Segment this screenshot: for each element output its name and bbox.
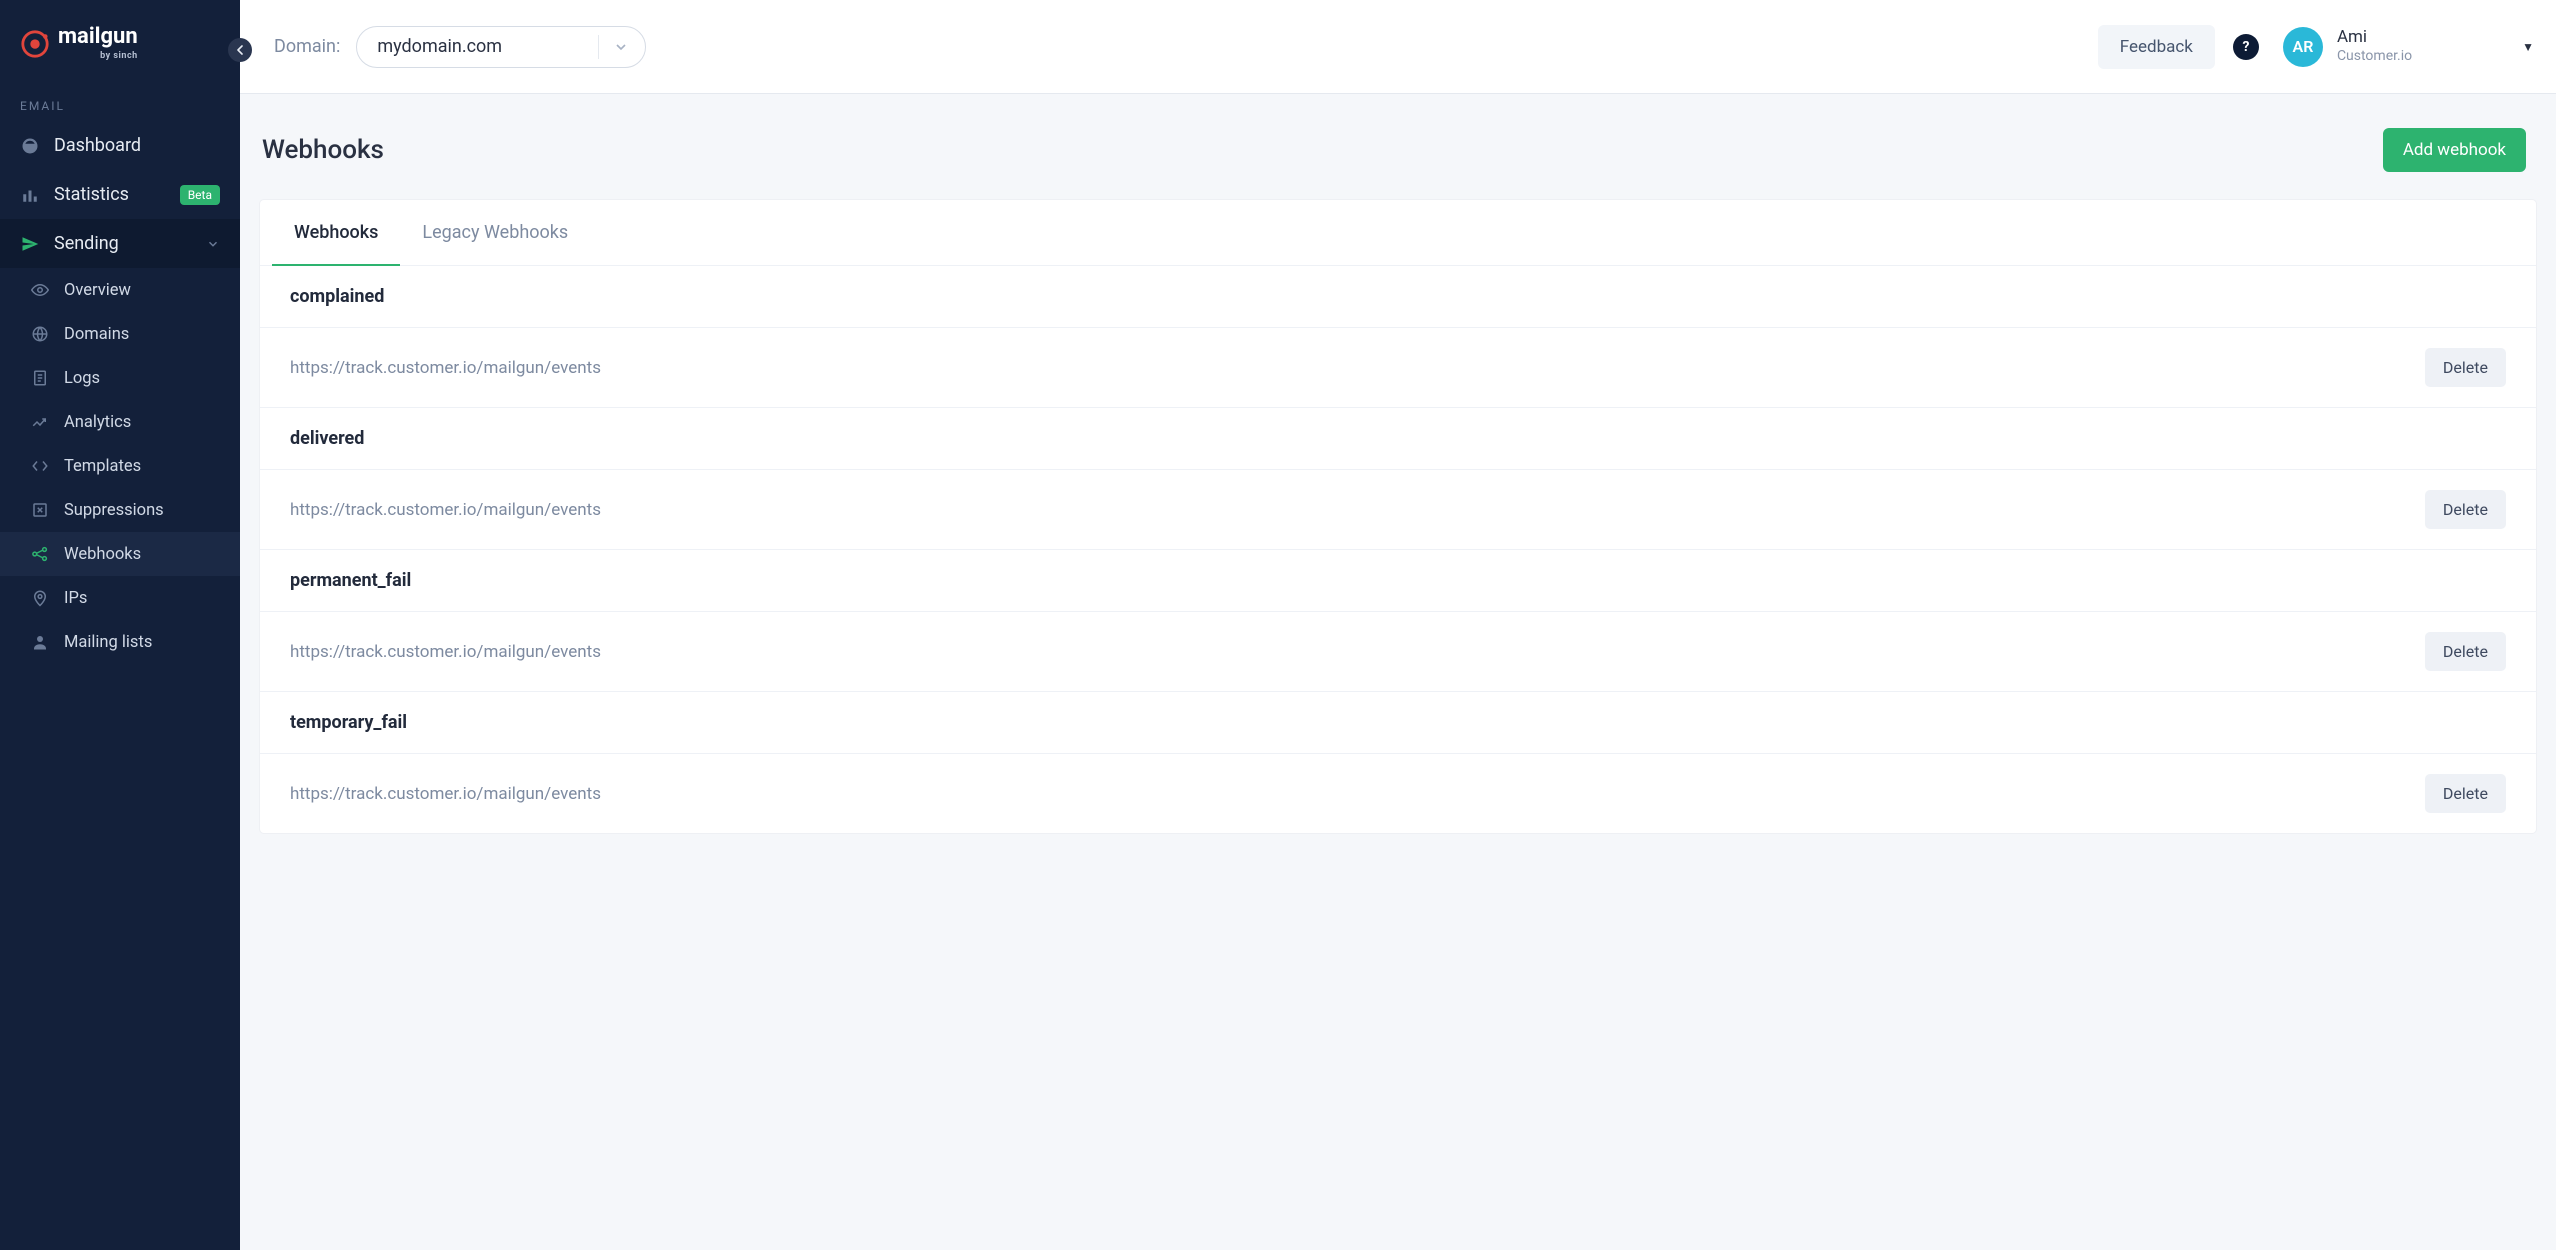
user-menu[interactable]: AR Ami Customer.io ▼ — [2283, 27, 2534, 67]
close-box-icon — [30, 500, 50, 520]
delete-button[interactable]: Delete — [2425, 348, 2506, 387]
webhook-url: https://track.customer.io/mailgun/events — [290, 358, 601, 378]
webhook-row: https://track.customer.io/mailgun/events… — [260, 754, 2536, 833]
nav-label: Webhooks — [64, 545, 141, 564]
delete-button[interactable]: Delete — [2425, 774, 2506, 813]
sidebar: mailgun by sinch EMAIL Dashboard Statist… — [0, 0, 240, 1250]
collapse-sidebar-button[interactable] — [228, 38, 252, 62]
share-icon — [30, 544, 50, 564]
sidebar-section-label: EMAIL — [0, 81, 240, 121]
webhook-section-header: permanent_fail — [260, 550, 2536, 612]
chevron-down-icon — [598, 35, 635, 59]
webhook-url: https://track.customer.io/mailgun/events — [290, 500, 601, 520]
user-org: Customer.io — [2337, 48, 2412, 66]
code-icon — [30, 456, 50, 476]
page-header: Webhooks Add webhook — [240, 94, 2556, 200]
sidebar-item-dashboard[interactable]: Dashboard — [0, 121, 240, 170]
nav-label: Dashboard — [54, 135, 141, 156]
nav-label: Overview — [64, 281, 131, 300]
webhook-row: https://track.customer.io/mailgun/events… — [260, 612, 2536, 692]
sidebar-item-sending[interactable]: Sending — [0, 219, 240, 268]
webhook-row: https://track.customer.io/mailgun/events… — [260, 470, 2536, 550]
user-name: Ami — [2337, 27, 2412, 48]
nav-label: Mailing lists — [64, 633, 152, 652]
beta-badge: Beta — [180, 185, 220, 205]
webhooks-body: complainedhttps://track.customer.io/mail… — [260, 266, 2536, 833]
add-webhook-button[interactable]: Add webhook — [2383, 128, 2526, 172]
domain-select[interactable]: mydomain.com — [356, 26, 646, 68]
page-title: Webhooks — [262, 135, 384, 165]
main: Domain: mydomain.com Feedback ? AR Ami C… — [240, 0, 2556, 1250]
webhook-url: https://track.customer.io/mailgun/events — [290, 784, 601, 804]
feedback-button[interactable]: Feedback — [2098, 25, 2215, 69]
sidebar-item-templates[interactable]: Templates — [0, 444, 240, 488]
person-icon — [30, 632, 50, 652]
sidebar-item-domains[interactable]: Domains — [0, 312, 240, 356]
send-icon — [20, 234, 40, 254]
delete-button[interactable]: Delete — [2425, 632, 2506, 671]
logo-byline: by sinch — [100, 52, 138, 61]
topbar: Domain: mydomain.com Feedback ? AR Ami C… — [240, 0, 2556, 94]
webhook-section: permanent_failhttps://track.customer.io/… — [260, 550, 2536, 692]
nav-label: Domains — [64, 325, 129, 344]
webhook-section: temporary_failhttps://track.customer.io/… — [260, 692, 2536, 833]
tab-webhooks[interactable]: Webhooks — [272, 200, 400, 265]
document-icon — [30, 368, 50, 388]
sidebar-item-webhooks[interactable]: Webhooks — [0, 532, 240, 576]
webhook-url: https://track.customer.io/mailgun/events — [290, 642, 601, 662]
nav-label: IPs — [64, 589, 87, 608]
nav-label: Analytics — [64, 413, 131, 432]
webhook-section: deliveredhttps://track.customer.io/mailg… — [260, 408, 2536, 550]
sidebar-item-analytics[interactable]: Analytics — [0, 400, 240, 444]
nav-label: Suppressions — [64, 501, 164, 520]
domain-label: Domain: — [274, 36, 340, 57]
webhook-section: complainedhttps://track.customer.io/mail… — [260, 266, 2536, 408]
sidebar-item-overview[interactable]: Overview — [0, 268, 240, 312]
webhooks-card: Webhooks Legacy Webhooks complainedhttps… — [260, 200, 2536, 833]
tab-legacy-webhooks[interactable]: Legacy Webhooks — [400, 200, 590, 265]
tabs: Webhooks Legacy Webhooks — [260, 200, 2536, 266]
chevron-left-icon — [236, 45, 244, 55]
question-icon: ? — [2242, 39, 2249, 55]
pin-icon — [30, 588, 50, 608]
trend-icon — [30, 412, 50, 432]
webhook-section-header: complained — [260, 266, 2536, 328]
nav-label: Sending — [54, 233, 119, 254]
nav-label: Templates — [64, 457, 141, 476]
eye-icon — [30, 280, 50, 300]
globe-icon — [30, 324, 50, 344]
sidebar-item-logs[interactable]: Logs — [0, 356, 240, 400]
sidebar-item-mailing-lists[interactable]: Mailing lists — [0, 620, 240, 664]
domain-select-value: mydomain.com — [377, 36, 502, 57]
logo-text: mailgun — [58, 26, 138, 48]
caret-down-icon: ▼ — [2522, 40, 2534, 54]
chevron-down-icon — [206, 237, 220, 251]
sidebar-item-statistics[interactable]: Statistics Beta — [0, 170, 240, 219]
nav-label: Logs — [64, 369, 100, 388]
webhook-section-header: temporary_fail — [260, 692, 2536, 754]
sidebar-item-ips[interactable]: IPs — [0, 576, 240, 620]
nav-label: Statistics — [54, 184, 129, 205]
webhook-section-header: delivered — [260, 408, 2536, 470]
bar-chart-icon — [20, 185, 40, 205]
delete-button[interactable]: Delete — [2425, 490, 2506, 529]
help-button[interactable]: ? — [2233, 34, 2259, 60]
webhook-row: https://track.customer.io/mailgun/events… — [260, 328, 2536, 408]
dashboard-icon — [20, 136, 40, 156]
logo-icon — [20, 29, 50, 59]
avatar: AR — [2283, 27, 2323, 67]
logo[interactable]: mailgun by sinch — [0, 18, 240, 81]
sidebar-item-suppressions[interactable]: Suppressions — [0, 488, 240, 532]
